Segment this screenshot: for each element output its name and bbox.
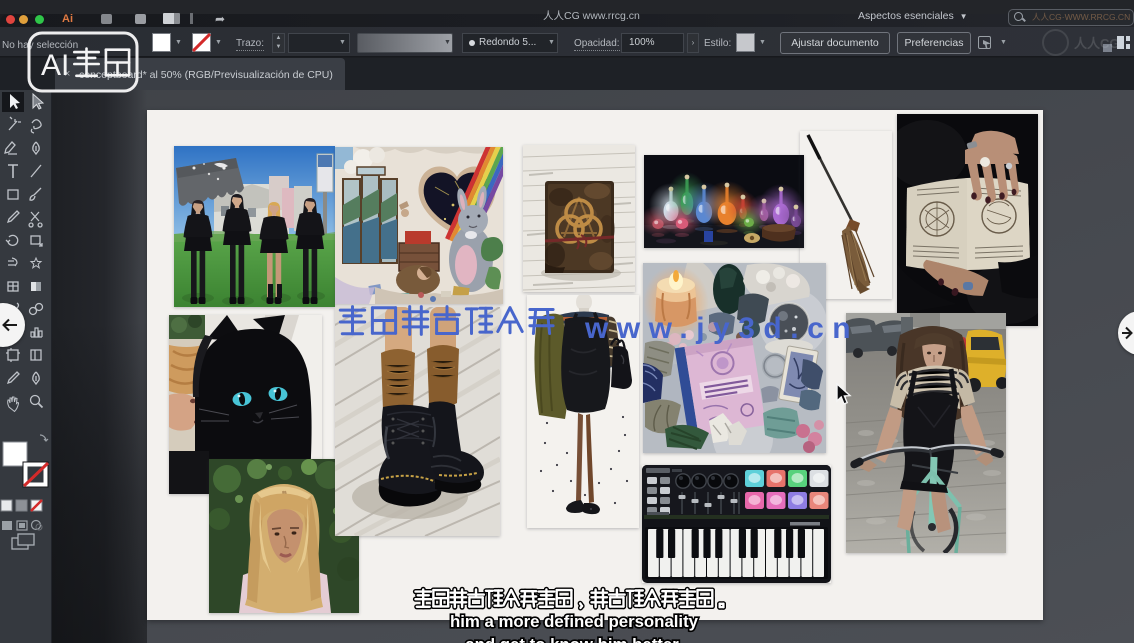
svg-text:AI: AI	[41, 49, 69, 82]
svg-text:him a more defined personality: him a more defined personality	[450, 612, 699, 631]
svg-text:and get to know him better: and get to know him better	[465, 635, 679, 643]
svg-text:www.jy3d.cn: www.jy3d.cn	[584, 312, 859, 345]
